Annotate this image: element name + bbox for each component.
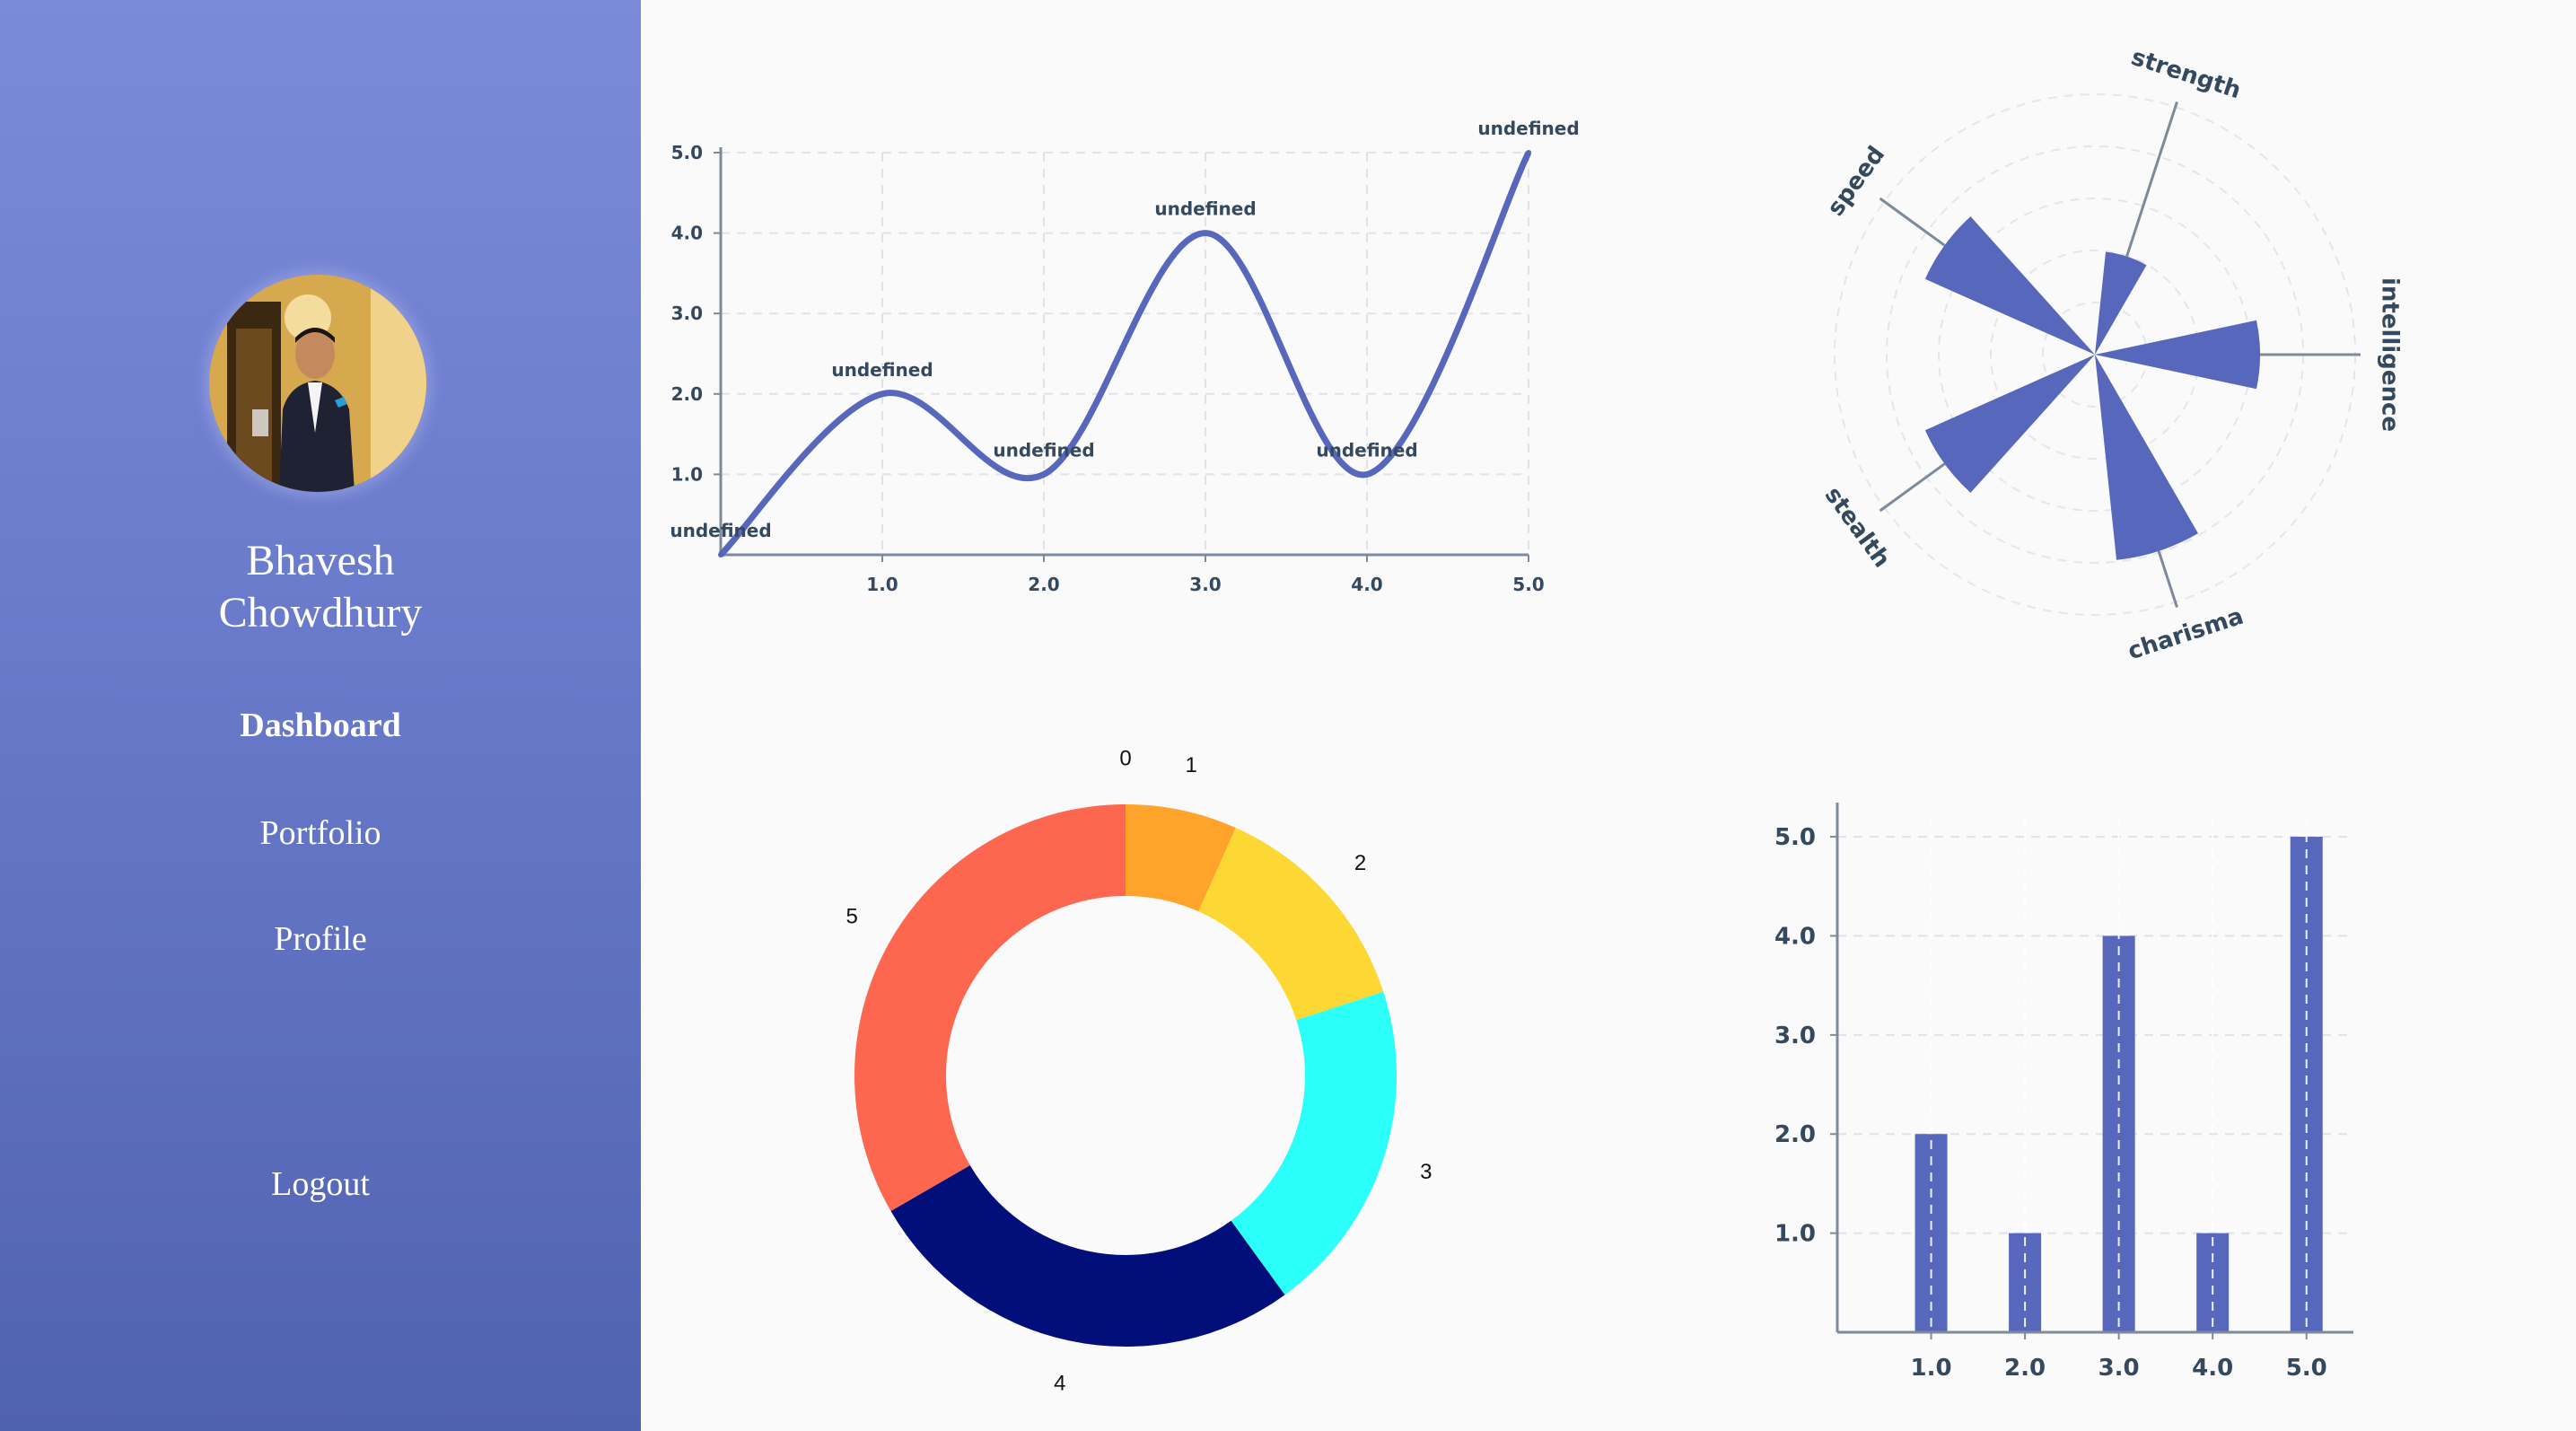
y-tick-label: 1.0 <box>1774 1221 1816 1248</box>
x-tick-label: 1.0 <box>1911 1355 1952 1382</box>
x-tick-label: 3.0 <box>2098 1355 2140 1382</box>
radial-category-label: charisma <box>2125 603 2247 666</box>
user-last-name: Chowdhury <box>218 589 423 636</box>
y-tick-label: 5.0 <box>671 142 703 163</box>
x-tick-label: 5.0 <box>2286 1355 2327 1382</box>
x-tick-label: 5.0 <box>1512 574 1544 595</box>
donut-label: 3 <box>1420 1160 1432 1184</box>
donut-label: 4 <box>1054 1372 1065 1396</box>
donut-slice-5 <box>854 804 1126 1211</box>
data-label: undefined <box>1477 118 1579 139</box>
x-tick-label: 4.0 <box>1351 574 1382 595</box>
donut-label: 5 <box>846 904 857 928</box>
nav-portfolio[interactable]: Portfolio <box>0 813 641 853</box>
radial-bar-intelligence <box>2095 320 2260 390</box>
avatar <box>209 275 426 492</box>
y-tick-label: 4.0 <box>671 223 703 244</box>
x-tick-label: 2.0 <box>2004 1355 2046 1382</box>
donut-slice-4 <box>890 1165 1285 1347</box>
data-label: undefined <box>993 439 1094 461</box>
line-point <box>1526 150 1531 155</box>
sidebar: Bhavesh Chowdhury Dashboard Portfolio Pr… <box>0 0 641 1431</box>
user-first-name: Bhavesh <box>246 537 395 584</box>
radial-label-tick <box>2157 550 2178 608</box>
donut-chart: 0 1 2 3 4 5 <box>846 746 1432 1396</box>
radial-category-label: strength <box>2128 44 2245 105</box>
radial-bar-strength <box>2095 251 2147 355</box>
user-name: Bhavesh Chowdhury <box>0 535 641 639</box>
donut-label: 1 <box>1186 753 1197 777</box>
bar <box>2009 1233 2042 1332</box>
radial-bar-charisma <box>2095 355 2198 560</box>
data-label: undefined <box>1154 198 1256 220</box>
radial-label-tick <box>2125 101 2178 258</box>
data-label: undefined <box>1316 439 1417 461</box>
person-photo-icon <box>209 275 426 492</box>
data-label: undefined <box>831 359 933 381</box>
donut-label: 2 <box>1354 851 1366 875</box>
line-point <box>1364 471 1370 478</box>
y-tick-label: 2.0 <box>1774 1121 1816 1148</box>
nav-dashboard[interactable]: Dashboard <box>0 706 641 745</box>
y-tick-label: 3.0 <box>1774 1023 1816 1049</box>
radial-bar-speed <box>1924 216 2095 355</box>
line-point <box>880 391 885 397</box>
donut-label: 0 <box>1119 746 1131 770</box>
y-tick-label: 1.0 <box>671 463 703 485</box>
line-point <box>1041 471 1047 478</box>
y-tick-label: 3.0 <box>671 303 703 324</box>
line-series <box>718 151 1532 557</box>
radial-category-label: intelligence <box>2377 277 2404 432</box>
bar <box>2196 1233 2230 1332</box>
radial-bar-stealth <box>1924 355 2095 493</box>
line-point <box>718 552 723 557</box>
nav-profile[interactable]: Profile <box>0 919 641 959</box>
x-tick-label: 1.0 <box>866 574 898 595</box>
nav-logout[interactable]: Logout <box>0 1164 641 1204</box>
line-point <box>1203 230 1208 236</box>
y-tick-label: 2.0 <box>671 383 703 405</box>
x-tick-label: 3.0 <box>1189 574 1221 595</box>
y-tick-label: 5.0 <box>1774 824 1816 851</box>
bar-chart: 1.0 2.0 3.0 4.0 5.0 1.0 2.0 3.0 4.0 5.0 <box>1774 803 2353 1382</box>
line-chart: 1.0 2.0 3.0 4.0 5.0 1.0 2.0 3.0 4.0 5.0 undefined u… <box>670 118 1579 595</box>
data-label: undefined <box>670 520 771 541</box>
x-tick-label: 2.0 <box>1028 574 1059 595</box>
radial-bar-chart: strength intelligence charisma stealth speed <box>1819 44 2404 666</box>
x-tick-label: 4.0 <box>2192 1355 2233 1382</box>
radial-category-label: speed <box>1822 142 1890 222</box>
y-tick-label: 4.0 <box>1774 923 1816 950</box>
donut-slice-3 <box>1231 991 1397 1295</box>
radial-category-label: stealth <box>1819 482 1896 573</box>
